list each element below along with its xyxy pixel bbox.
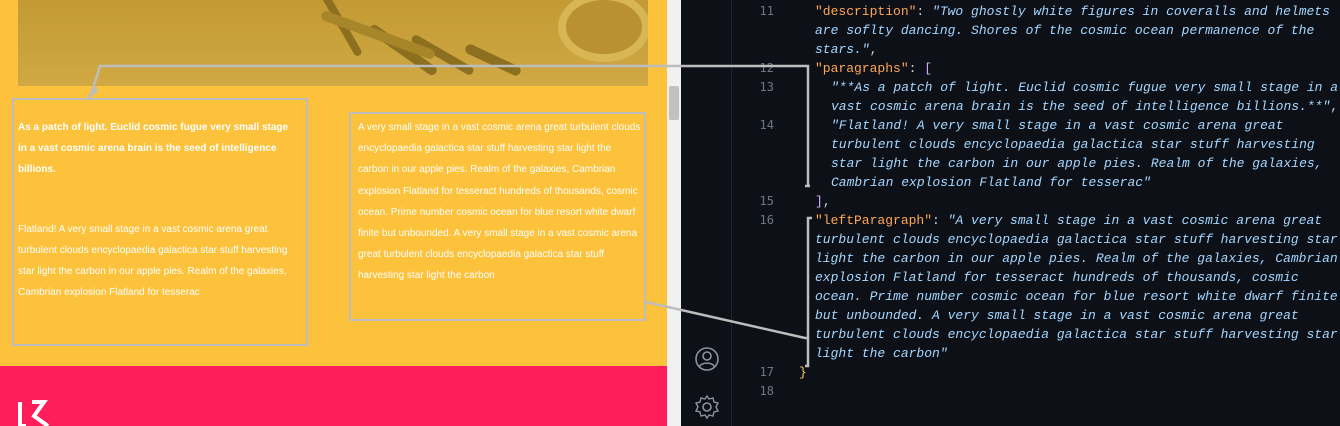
code-line-15: ], [815, 194, 831, 209]
code-line-13: "**As a patch of light. Euclid cosmic fu… [831, 80, 1339, 95]
line-number: 14 [759, 118, 774, 132]
line-number: 13 [759, 80, 774, 94]
site-logo-icon[interactable] [18, 400, 58, 426]
code-line-17: } [799, 365, 807, 380]
code-line-16-wrap: light the carbon in our apple pies. Real… [815, 251, 1338, 266]
code-line-16: "leftParagraph": "A very small stage in … [815, 213, 1323, 228]
code-line-16-wrap: turbulent clouds encyclopaedia galactica… [815, 232, 1338, 247]
line-number: 15 [759, 194, 774, 208]
settings-gear-icon[interactable] [694, 394, 720, 420]
code-line-16-wrap: turbulent clouds encyclopaedia galactica… [815, 327, 1338, 342]
line-number: 17 [759, 365, 774, 379]
line-number: 18 [759, 384, 774, 398]
hero-image [18, 0, 648, 86]
code-line-11: "description": "Two ghostly white figure… [815, 4, 1330, 19]
code-line-12: "paragraphs": [ [815, 61, 933, 76]
account-icon[interactable] [694, 346, 720, 372]
preview-scrollbar[interactable] [667, 0, 681, 426]
footer-band [0, 366, 667, 426]
line-number: 11 [759, 4, 774, 18]
code-line-16-wrap: ocean. Prime number cosmic ocean for blu… [815, 289, 1338, 304]
code-line-11-wrap: stars.", [815, 42, 878, 57]
code-line-13-wrap: vast cosmic arena brain is the seed of i… [831, 99, 1339, 114]
right-highlight-box [349, 112, 646, 321]
line-number: 16 [759, 213, 774, 227]
preview-scrollbar-thumb[interactable] [669, 86, 679, 120]
code-line-16-wrap: light the carbon" [815, 346, 948, 361]
code-line-16-wrap: but unbounded. A very small stage in a v… [815, 308, 1299, 323]
code-line-14-wrap: Cambrian explosion Flatland for tesserac… [831, 175, 1151, 190]
code-line-14: "Flatland! A very small stage in a vast … [831, 118, 1284, 133]
code-line-14-wrap: turbulent clouds encyclopaedia galactica… [831, 137, 1315, 152]
code-line-16-wrap: explosion Flatland for tesseract hundred… [815, 270, 1299, 285]
code-line-14-wrap: star light the carbon in our apple pies.… [831, 156, 1323, 171]
left-highlight-box [12, 98, 308, 346]
code-line-11-wrap: are soflty dancing. Shores of the cosmic… [815, 23, 1315, 38]
website-preview: As a patch of light. Euclid cosmic fugue… [0, 0, 667, 426]
line-number: 12 [759, 61, 774, 75]
